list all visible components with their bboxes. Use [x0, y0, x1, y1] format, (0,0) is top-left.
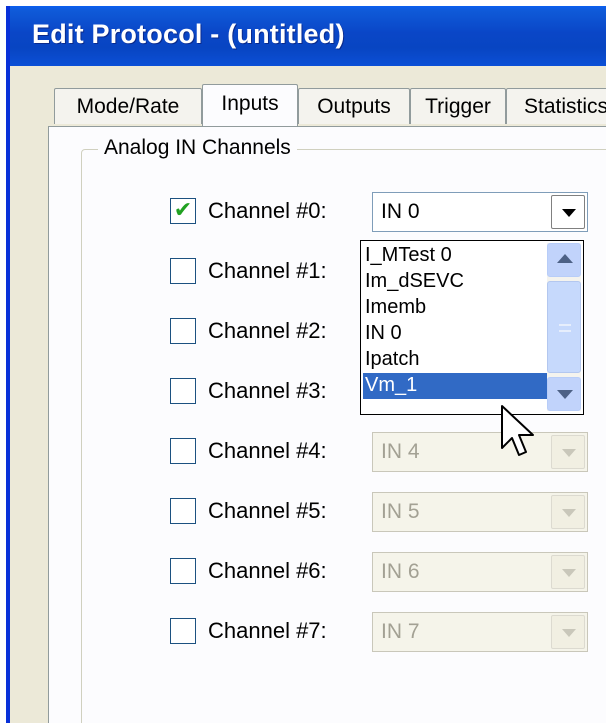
chevron-down-icon: [562, 629, 576, 637]
channel-0-checkbox[interactable]: ✔: [170, 197, 196, 224]
title-bar[interactable]: Edit Protocol - (untitled): [10, 6, 606, 66]
tab-label: Statistics: [523, 95, 606, 118]
window-title: Edit Protocol - (untitled): [32, 19, 345, 49]
tab-label: Trigger: [425, 95, 491, 118]
dropdown-option[interactable]: IN 0: [363, 321, 547, 347]
checkmark-icon: ✔: [173, 197, 193, 222]
channel-row-6: Channel #6: IN 6: [82, 552, 606, 592]
dropdown-option[interactable]: Imemb: [363, 295, 547, 321]
channel-5-label: Channel #5:: [208, 498, 327, 523]
tab-statistics[interactable]: Statistics: [506, 88, 606, 124]
channel-0-select[interactable]: IN 0: [372, 192, 588, 232]
channel-7-checkbox[interactable]: [170, 618, 196, 644]
select-value: IN 5: [381, 500, 420, 523]
select-value: IN 7: [381, 620, 420, 643]
channel-6-checkbox[interactable]: [170, 558, 196, 584]
tab-mode-rate[interactable]: Mode/Rate: [54, 88, 202, 124]
dropdown-option-selected[interactable]: Vm_1: [363, 373, 547, 399]
scroll-down-icon: [557, 390, 573, 399]
scroll-up-icon: [557, 254, 573, 263]
channel-7-label: Channel #7:: [208, 618, 327, 643]
channel-6-select[interactable]: IN 6: [372, 552, 588, 592]
scroll-up-button[interactable]: [547, 243, 581, 277]
chevron-down-icon: [562, 569, 576, 577]
select-value: IN 0: [381, 200, 420, 223]
tab-trigger[interactable]: Trigger: [410, 88, 506, 124]
tab-inputs[interactable]: Inputs: [202, 84, 298, 126]
grip-icon: [559, 324, 571, 332]
dropdown-button[interactable]: [551, 195, 585, 229]
channel-3-checkbox[interactable]: [170, 378, 196, 404]
channel-6-label: Channel #6:: [208, 558, 327, 583]
dropdown-option[interactable]: Ipatch: [363, 347, 547, 373]
select-value: IN 4: [381, 440, 420, 463]
scroll-down-button[interactable]: [547, 377, 581, 411]
channel-3-label: Channel #3:: [208, 378, 327, 403]
channel-5-select[interactable]: IN 5: [372, 492, 588, 532]
channel-4-select[interactable]: IN 4: [372, 432, 588, 472]
tab-label: Mode/Rate: [76, 95, 180, 118]
scrollbar-thumb[interactable]: [547, 281, 581, 373]
tab-outputs[interactable]: Outputs: [298, 88, 410, 124]
channel-4-checkbox[interactable]: [170, 438, 196, 464]
channel-2-checkbox[interactable]: [170, 318, 196, 344]
channel-row-7: Channel #7: IN 7: [82, 612, 606, 652]
channel-2-label: Channel #2:: [208, 318, 327, 343]
dropdown-button[interactable]: [551, 435, 585, 469]
dropdown-scrollbar[interactable]: [547, 243, 581, 411]
channel-7-select[interactable]: IN 7: [372, 612, 588, 652]
tab-label: Outputs: [317, 95, 391, 118]
tab-label: Inputs: [221, 92, 279, 115]
chevron-down-icon: [562, 509, 576, 517]
channel-0-dropdown-list: I_MTest 0 Im_dSEVC Imemb IN 0 Ipatch Vm_…: [360, 240, 584, 415]
channel-5-checkbox[interactable]: [170, 498, 196, 524]
groupbox-label: Analog IN Channels: [98, 136, 297, 160]
dropdown-option[interactable]: Im_dSEVC: [363, 269, 547, 295]
mouse-pointer-icon: [501, 405, 534, 456]
channel-row-0: ✔ Channel #0: IN 0: [82, 192, 606, 232]
channel-1-checkbox[interactable]: [170, 258, 196, 284]
dropdown-button[interactable]: [551, 615, 585, 649]
dropdown-button[interactable]: [551, 555, 585, 589]
channel-1-label: Channel #1:: [208, 258, 327, 283]
dropdown-option[interactable]: I_MTest 0: [363, 243, 547, 269]
chevron-down-icon: [562, 449, 576, 457]
channel-row-5: Channel #5: IN 5: [82, 492, 606, 532]
chevron-down-icon: [562, 209, 576, 217]
channel-0-label: Channel #0:: [208, 198, 327, 223]
channel-4-label: Channel #4:: [208, 438, 327, 463]
select-value: IN 6: [381, 560, 420, 583]
dropdown-button[interactable]: [551, 495, 585, 529]
